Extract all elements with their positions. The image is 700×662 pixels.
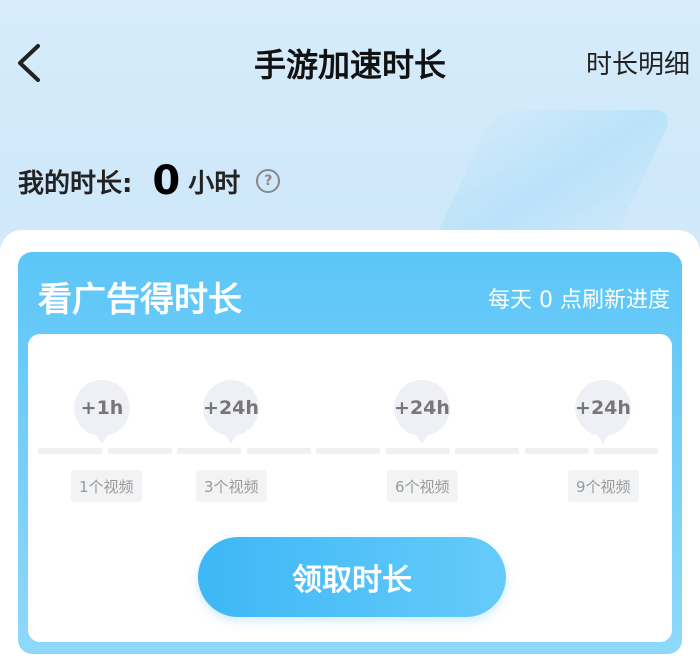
progress-segment [38, 448, 102, 454]
my-time-unit: 小时 [188, 168, 241, 199]
progress-segment [385, 448, 450, 454]
milestone-condition: 9个视频 [568, 470, 639, 502]
progress-segment [246, 448, 311, 454]
my-time-value: 0 [152, 158, 181, 204]
progress-segment [107, 448, 172, 454]
milestone-condition: 6个视频 [387, 470, 458, 502]
question-circle-icon[interactable]: ? [256, 169, 281, 193]
milestone-condition: 1个视频 [71, 470, 142, 502]
reward-bubble: +24h [203, 380, 259, 444]
claim-time-button[interactable]: 领取时长 [198, 537, 506, 617]
progress-segment [455, 448, 519, 454]
milestone-condition: 3个视频 [196, 470, 267, 502]
my-time-row: 我的时长: 0 小时 ? [18, 156, 281, 206]
jiuyou-logo-icon [551, 589, 575, 630]
watermark-text: 九游 [592, 593, 660, 633]
progress-segment [177, 448, 241, 454]
progress-segment [594, 448, 658, 454]
app-header: 手游加速时长 时长明细 [0, 0, 700, 120]
card-title: 看广告得时长 [38, 280, 242, 320]
progress-track [38, 448, 658, 454]
progress-segment [316, 448, 380, 454]
reward-bubble: +24h [394, 380, 450, 444]
reward-bubble: +24h [575, 380, 631, 444]
my-time-label: 我的时长: [18, 168, 133, 199]
progress-segment [524, 448, 589, 454]
watermark: 九游 [542, 585, 660, 634]
time-detail-link[interactable]: 时长明细 [586, 44, 690, 81]
refresh-note: 每天 0 点刷新进度 [488, 288, 670, 313]
reward-bubble: +1h [74, 380, 130, 444]
